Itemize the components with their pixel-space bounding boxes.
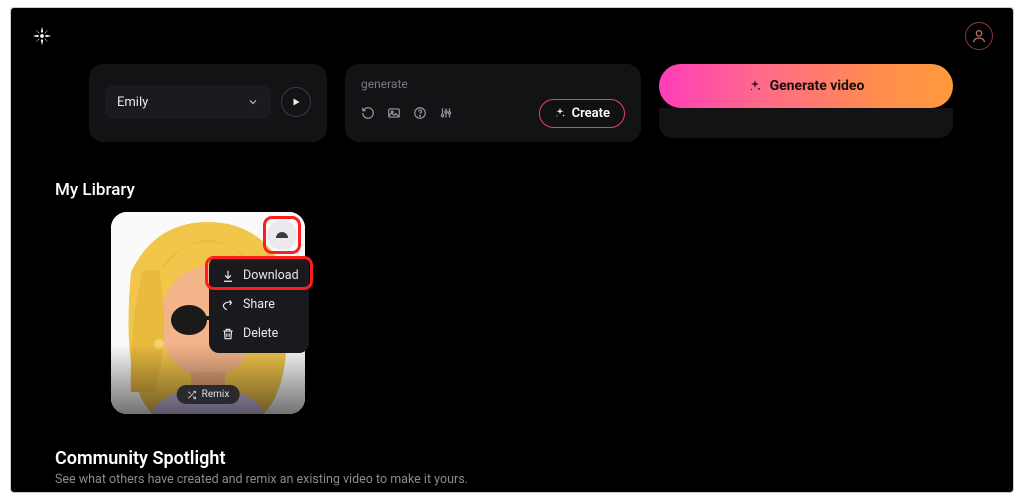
sparkle-icon [554, 107, 566, 119]
menu-delete-label: Delete [243, 326, 278, 341]
chevron-down-icon [247, 96, 259, 108]
play-button[interactable] [281, 87, 311, 117]
app-logo[interactable] [31, 25, 53, 47]
trash-icon [221, 327, 235, 341]
voice-select-value: Emily [117, 95, 148, 110]
generate-video-button[interactable]: Generate video [659, 64, 953, 108]
profile-button[interactable] [965, 22, 993, 50]
prompt-hint: generate [361, 77, 625, 91]
menu-delete[interactable]: Delete [215, 320, 303, 347]
image-icon[interactable] [387, 106, 401, 120]
menu-share-label: Share [243, 297, 275, 312]
share-icon [221, 298, 235, 312]
generate-video-label: Generate video [770, 78, 865, 94]
create-button-label: Create [572, 106, 610, 121]
menu-download[interactable]: Download [215, 262, 303, 289]
shuffle-icon [187, 390, 197, 400]
sparkle-icon [748, 79, 762, 93]
menu-share[interactable]: Share [215, 291, 303, 318]
download-icon [221, 269, 235, 283]
prompt-card: generate Create [345, 64, 641, 142]
remix-button[interactable]: Remix [177, 385, 240, 404]
help-icon[interactable] [413, 106, 427, 120]
item-context-menu: Download Share Delete [209, 256, 309, 353]
menu-download-label: Download [243, 268, 299, 283]
library-item[interactable]: Remix Download Share Delete [111, 212, 305, 414]
community-subtitle: See what others have created and remix a… [55, 472, 468, 487]
refresh-icon[interactable] [361, 106, 375, 120]
voice-select[interactable]: Emily [105, 85, 271, 119]
sliders-icon[interactable] [439, 106, 453, 120]
play-icon [290, 96, 302, 108]
voice-card: Emily [89, 64, 327, 142]
create-button[interactable]: Create [539, 99, 625, 128]
community-title: Community Spotlight [55, 448, 226, 469]
generate-card: Generate video [659, 64, 953, 142]
library-title: My Library [55, 180, 135, 200]
remix-label: Remix [202, 389, 230, 400]
item-menu-button[interactable] [267, 220, 297, 250]
half-circle-icon [273, 226, 291, 244]
